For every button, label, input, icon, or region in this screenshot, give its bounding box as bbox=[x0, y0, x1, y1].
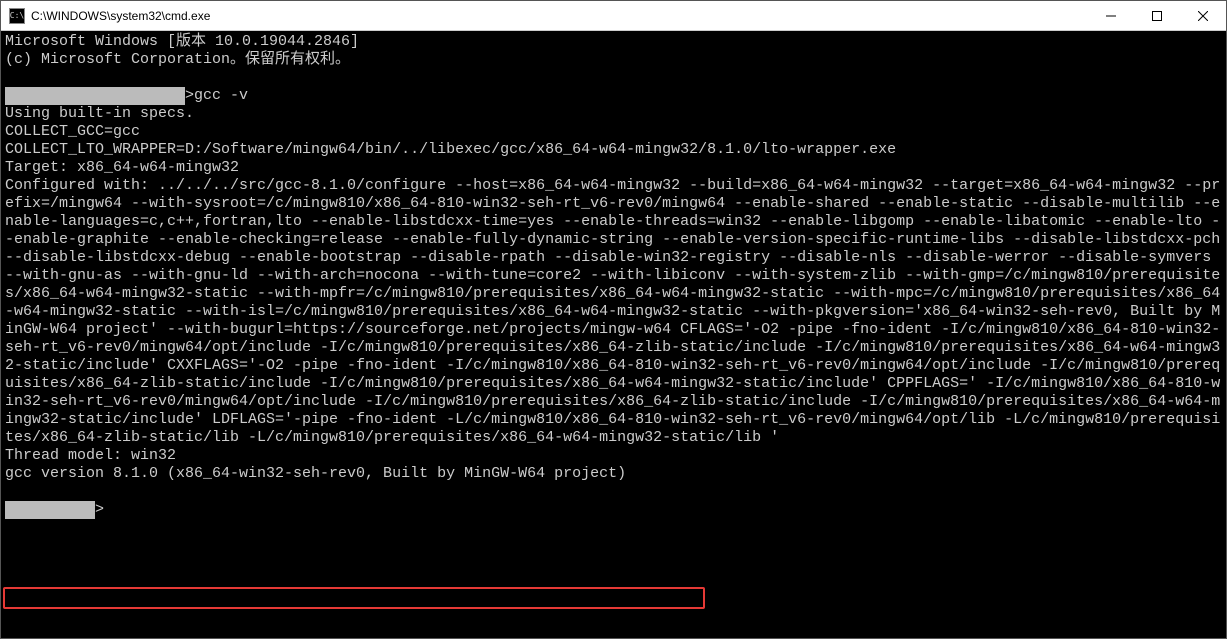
window-controls bbox=[1088, 1, 1226, 30]
banner-line-1: Microsoft Windows [版本 10.0.19044.2846] bbox=[5, 33, 359, 50]
target-line: Target: x86_64-w64-mingw32 bbox=[5, 159, 239, 176]
configured-with: Configured with: ../../../src/gcc-8.1.0/… bbox=[5, 177, 1226, 446]
maximize-button[interactable] bbox=[1134, 1, 1180, 30]
redacted-prompt-2 bbox=[5, 501, 95, 519]
minimize-icon bbox=[1106, 11, 1116, 21]
close-icon bbox=[1198, 11, 1208, 21]
cmd-icon: C:\ bbox=[9, 8, 25, 24]
thread-model: Thread model: win32 bbox=[5, 447, 176, 464]
minimize-button[interactable] bbox=[1088, 1, 1134, 30]
highlight-annotation bbox=[3, 587, 705, 609]
close-button[interactable] bbox=[1180, 1, 1226, 30]
redacted-path bbox=[5, 87, 185, 105]
maximize-icon bbox=[1152, 11, 1162, 21]
using-specs: Using built-in specs. bbox=[5, 105, 194, 122]
prompt-cursor: > bbox=[95, 501, 104, 518]
collect-lto: COLLECT_LTO_WRAPPER=D:/Software/mingw64/… bbox=[5, 141, 896, 158]
titlebar[interactable]: C:\ C:\WINDOWS\system32\cmd.exe bbox=[1, 1, 1226, 31]
gcc-version-line: gcc version 8.1.0 (x86_64-win32-seh-rev0… bbox=[5, 465, 626, 482]
console-output[interactable]: Microsoft Windows [版本 10.0.19044.2846] (… bbox=[1, 31, 1226, 638]
prompt-command: >gcc -v bbox=[185, 87, 248, 104]
banner-line-2: (c) Microsoft Corporation。保留所有权利。 bbox=[5, 51, 350, 68]
collect-gcc: COLLECT_GCC=gcc bbox=[5, 123, 140, 140]
cmd-window: C:\ C:\WINDOWS\system32\cmd.exe Microsof… bbox=[0, 0, 1227, 639]
window-title: C:\WINDOWS\system32\cmd.exe bbox=[31, 9, 1088, 23]
